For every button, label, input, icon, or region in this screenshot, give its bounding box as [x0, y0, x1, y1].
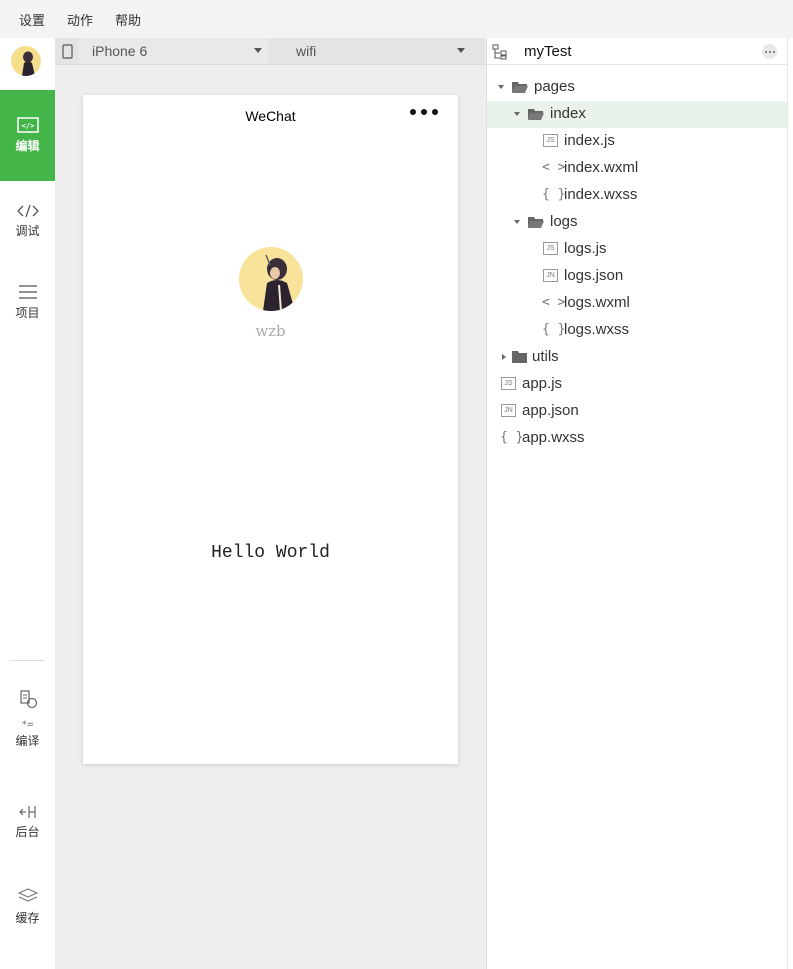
sidebar-compile-button[interactable]: *= 编译 [0, 690, 55, 749]
device-select[interactable]: iPhone 6 [78, 38, 268, 64]
js-file-icon: JS [543, 134, 558, 147]
tree-label: logs [550, 213, 578, 230]
tree-folder-logs[interactable]: logs [487, 209, 787, 236]
folder-open-icon [528, 109, 544, 120]
chevron-down-icon [498, 85, 504, 89]
wxml-file-icon: < > [542, 160, 566, 175]
divider [787, 38, 788, 969]
folder-icon [512, 351, 527, 363]
svg-text:</>: </> [21, 122, 34, 130]
tree-label: index [550, 105, 586, 122]
tree-file-app-js[interactable]: JS app.js [487, 371, 787, 398]
nav-title: WeChat [245, 108, 296, 124]
device-value: iPhone 6 [92, 43, 148, 59]
menu-bar: 设置 动作 帮助 [0, 0, 793, 38]
tree-file-index-wxss[interactable]: { } index.wxss [487, 182, 787, 209]
tree-label: index.wxss [564, 186, 638, 203]
chevron-down-icon [514, 220, 520, 224]
editor-icon: </> [16, 117, 39, 133]
more-options-icon[interactable] [762, 44, 777, 59]
tree-folder-utils[interactable]: utils [487, 344, 787, 371]
wxss-file-icon: { } [500, 430, 524, 445]
sidebar-edit-button[interactable]: </> 编辑 [0, 90, 55, 181]
sidebar-project-button[interactable]: 项目 [0, 284, 55, 321]
network-select[interactable]: wifi [280, 38, 470, 64]
sidebar-divider [9, 660, 45, 661]
menu-lines-icon [18, 285, 37, 299]
tree-file-logs-wxml[interactable]: < > logs.wxml [487, 290, 787, 317]
tree-file-app-wxss[interactable]: { } app.wxss [487, 425, 787, 452]
menu-help[interactable]: 帮助 [115, 10, 141, 29]
js-file-icon: JS [543, 242, 558, 255]
tree-file-index-js[interactable]: JS index.js [487, 128, 787, 155]
device-toggle[interactable] [58, 41, 76, 62]
sidebar-cache-button[interactable]: 缓存 [0, 887, 55, 926]
chevron-down-icon [514, 112, 520, 116]
sidebar-background-label: 后台 [15, 825, 40, 839]
svg-text:*=: *= [21, 720, 33, 728]
sidebar-cache-label: 缓存 [15, 911, 40, 925]
menu-actions[interactable]: 动作 [67, 10, 93, 29]
tree-file-logs-wxss[interactable]: { } logs.wxss [487, 317, 787, 344]
tree-label: app.wxss [522, 429, 585, 446]
tree-file-index-wxml[interactable]: < > index.wxml [487, 155, 787, 182]
project-title: myTest [524, 43, 572, 60]
tree-label: logs.json [564, 267, 624, 284]
code-icon [16, 204, 39, 218]
tree-label: app.js [522, 375, 563, 392]
phone-icon [61, 44, 73, 59]
compile-icon: *= [19, 690, 37, 728]
tree-file-logs-json[interactable]: JN logs.json [487, 263, 787, 290]
sidebar-edit-label: 编辑 [15, 139, 40, 153]
tree-file-app-json[interactable]: JN app.json [487, 398, 787, 425]
tree-label: utils [532, 348, 559, 365]
tree-icon[interactable] [492, 44, 508, 60]
chevron-right-icon [502, 354, 506, 360]
user-avatar[interactable] [239, 247, 303, 311]
tree-folder-pages[interactable]: pages [487, 74, 787, 101]
tree-folder-index[interactable]: index [487, 101, 787, 128]
simulator-panel: iPhone 6 wifi WeChat wzb Hello World [55, 38, 485, 969]
network-value: wifi [296, 43, 317, 59]
sidebar-project-label: 项目 [15, 306, 40, 320]
tree-label: logs.wxss [564, 321, 630, 338]
sidebar: </> 编辑 调试 项目 *= 编译 后台 缓存 [0, 38, 55, 969]
wxss-file-icon: { } [542, 322, 566, 337]
folder-open-icon [528, 217, 544, 228]
tree-label: app.json [522, 402, 579, 419]
background-icon [18, 806, 36, 818]
wxss-file-icon: { } [542, 187, 566, 202]
chevron-down-icon [254, 48, 262, 53]
json-file-icon: JN [543, 269, 558, 282]
chevron-down-icon [457, 48, 465, 53]
sidebar-debug-button[interactable]: 调试 [0, 204, 55, 239]
user-motto: Hello World [211, 543, 330, 563]
tree-label: logs.js [564, 240, 607, 257]
avatar[interactable] [11, 46, 41, 76]
phone-screen: WeChat wzb Hello World [83, 95, 458, 764]
tree-file-logs-js[interactable]: JS logs.js [487, 236, 787, 263]
folder-open-icon [512, 82, 528, 93]
layers-icon [17, 888, 38, 902]
explorer-header: myTest [487, 38, 787, 65]
tree-label: pages [534, 78, 575, 95]
tree-label: index.wxml [564, 159, 639, 176]
tree-label: logs.wxml [564, 294, 630, 311]
simulator-toolbar: iPhone 6 wifi [55, 38, 485, 65]
sidebar-debug-label: 调试 [15, 224, 40, 238]
wxml-file-icon: < > [542, 295, 566, 310]
tree-label: index.js [564, 132, 615, 149]
sidebar-background-button[interactable]: 后台 [0, 805, 55, 840]
sidebar-compile-label: 编译 [15, 734, 40, 748]
user-nickname: wzb [255, 322, 286, 340]
json-file-icon: JN [501, 404, 516, 417]
more-icon[interactable] [410, 109, 438, 115]
js-file-icon: JS [501, 377, 516, 390]
file-explorer: myTest pages index JS index.js < > index… [486, 38, 793, 969]
menu-settings[interactable]: 设置 [19, 10, 45, 29]
